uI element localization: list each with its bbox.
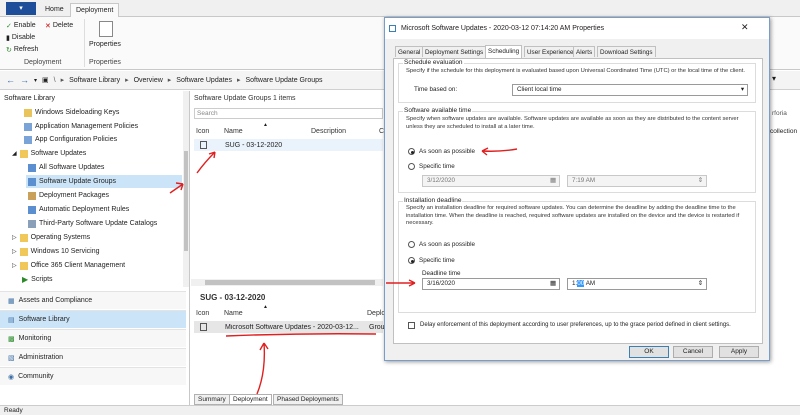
annotation-arrow-deadline — [386, 279, 416, 287]
annotation-arrow-nav — [169, 182, 184, 194]
annotation-arrow-deployment-tab — [256, 342, 269, 395]
annotation-underline-deployment — [225, 333, 377, 337]
red-annotations — [169, 147, 518, 395]
annotation-arrow-row — [196, 151, 216, 174]
annotation-arrow-asap — [481, 147, 518, 156]
